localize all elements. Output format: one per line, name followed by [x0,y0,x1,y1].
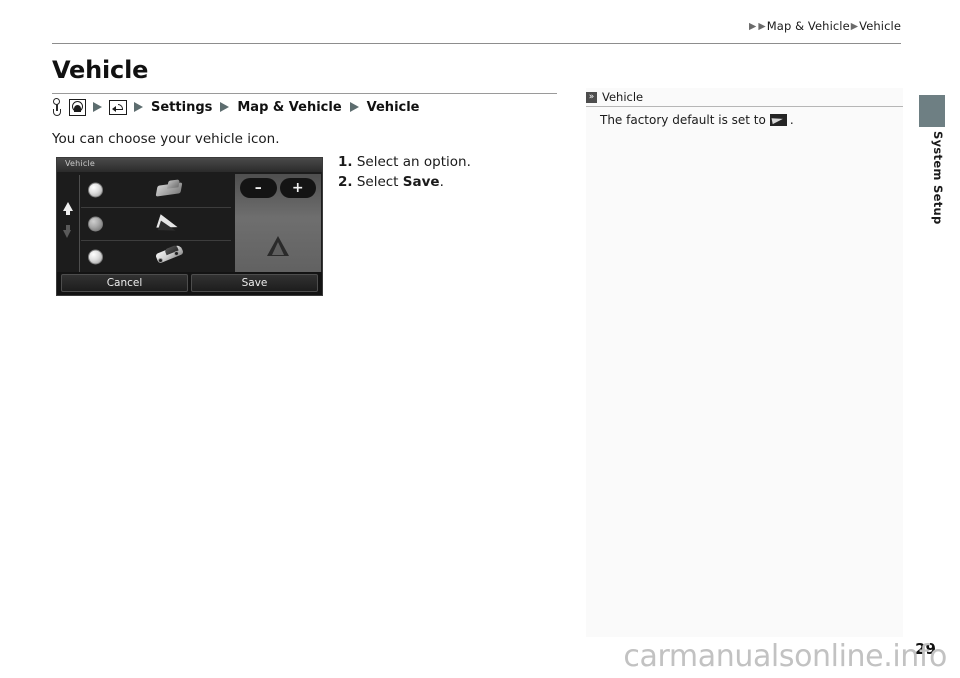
scroll-down-arrow-stem [66,225,70,230]
path-triangle-icon [349,102,359,112]
radio-button[interactable] [88,182,103,198]
breadcrumb-item-map-vehicle: Map & Vehicle [766,19,850,33]
path-triangle-icon [220,102,230,112]
step-text-tail: . [439,174,444,190]
zoom-in-button[interactable]: + [279,178,316,198]
navshot-divider [79,175,80,272]
navshot-titlebar [57,158,322,172]
breadcrumb: ▶ ▶Map & Vehicle▶Vehicle [748,19,901,33]
zoom-out-button[interactable]: – [240,178,277,198]
scroll-up-arrow-stem [66,210,70,215]
breadcrumb-triangle-icon: ▶ [758,21,766,32]
breadcrumb-item-vehicle: Vehicle [859,19,901,33]
navigation-screenshot: Vehicle – + Cancel Save [56,157,323,296]
navshot-button-bar: Cancel Save [57,272,322,295]
note-body: The factory default is set to . [600,113,794,127]
header-divider [52,43,901,44]
note-header: » Vehicle [586,88,903,107]
note-text: The factory default is set to [600,113,766,127]
scroll-down-arrow-icon[interactable] [63,230,71,238]
path-step-map-vehicle: Map & Vehicle [237,99,342,115]
back-arrow-icon [109,99,127,115]
intro-text: You can choose your vehicle icon. [52,131,280,147]
note-title: Vehicle [602,90,644,104]
path-triangle-icon [134,102,143,112]
vehicle-position-marker-highlight [272,242,284,255]
step-text: Select an option. [356,154,471,170]
note-text-tail: . [789,113,794,127]
path-step-settings: Settings [151,99,213,115]
vehicle-option-list [81,174,231,272]
map-preview[interactable]: – + [235,174,321,272]
step-number: 1. [338,154,353,170]
cancel-button[interactable]: Cancel [61,274,188,292]
page-header: ▶ ▶Map & Vehicle▶Vehicle [0,0,960,46]
step-item: 1. Select an option. [338,152,471,172]
radio-button[interactable] [88,216,103,232]
breadcrumb-triangle-icon: ▶ [850,21,859,32]
step-text: Select [356,174,403,190]
path-step-vehicle: Vehicle [366,99,420,115]
sportscar-vehicle-icon [153,244,189,268]
note-column: » Vehicle The factory default is set to … [586,88,903,637]
truck-vehicle-icon [153,179,189,201]
steps-list: 1. Select an option. 2. Select Save. [338,152,471,192]
navshot-title: Vehicle [65,159,96,168]
step-item: 2. Select Save. [338,172,471,192]
nav-compass-icon [69,98,86,116]
title-divider [52,93,557,94]
page-title: Vehicle [52,56,149,84]
vehicle-option-row[interactable] [81,174,231,208]
double-chevron-icon: » [586,91,597,103]
section-tab-label: System Setup [931,131,945,225]
save-button[interactable]: Save [191,274,318,292]
radio-button[interactable] [88,249,103,265]
path-triangle-icon [93,102,102,112]
breadcrumb-triangle-icon: ▶ [748,21,757,32]
vehicle-option-row[interactable] [81,241,231,274]
default-vehicle-arrow-icon [769,114,787,126]
map-zoom-controls: – + [240,178,316,198]
step-number: 2. [338,174,353,190]
key-hook-icon [52,97,63,117]
section-tab-marker [919,95,945,127]
watermark: carmanualsonline.info [623,639,947,674]
vehicle-option-row[interactable] [81,208,231,242]
navshot-scroll-column [59,174,77,268]
navigation-path: Settings Map & Vehicle Vehicle [52,96,421,118]
arrow-vehicle-icon [153,213,189,236]
step-emphasis-save: Save [402,174,440,190]
